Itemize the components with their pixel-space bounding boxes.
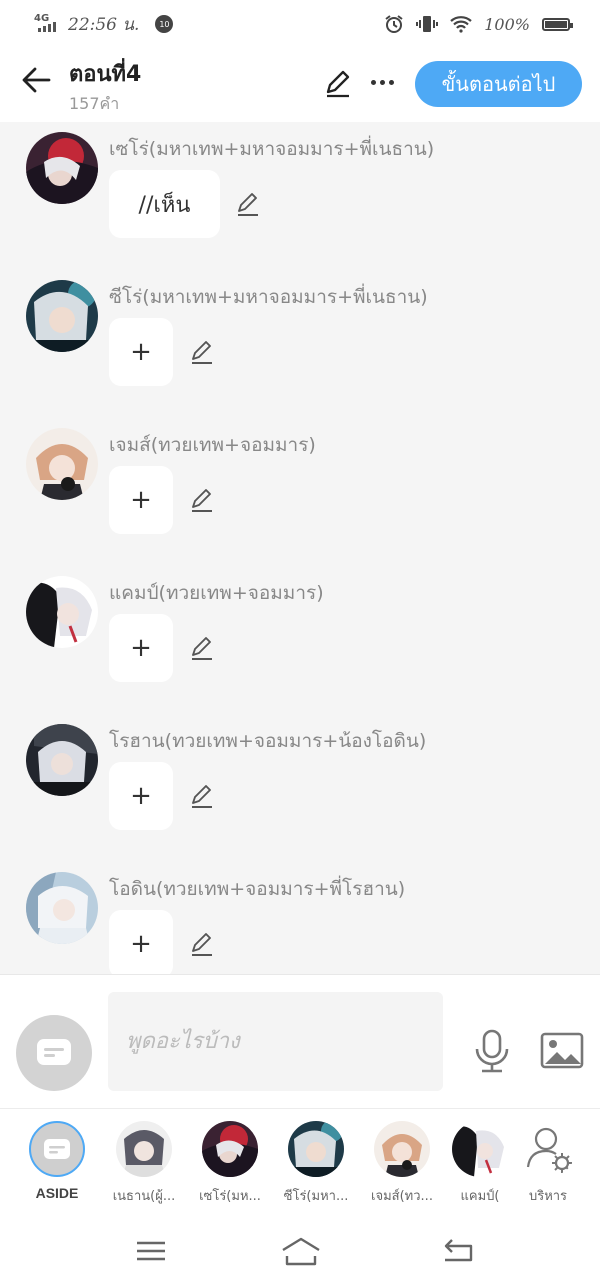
- next-step-button[interactable]: ขั้นตอนต่อไป: [415, 61, 582, 107]
- message-row: โอดิน(ทวยเทพ+จอมมาร+พี่โรฮาน) +: [0, 862, 600, 974]
- character-tab[interactable]: เจมส์(ทว...: [362, 1119, 442, 1209]
- avatar[interactable]: [26, 428, 98, 500]
- character-name: แคมป์(ทวยเทพ+จอมมาร): [109, 582, 324, 604]
- alarm-icon: [385, 15, 403, 33]
- add-message-button[interactable]: +: [109, 466, 173, 534]
- pencil-icon[interactable]: [188, 338, 216, 366]
- avatar[interactable]: [26, 872, 98, 944]
- vibrate-icon: [416, 16, 439, 32]
- microphone-icon[interactable]: [472, 1029, 512, 1073]
- character-tab[interactable]: เซโร่(มห...: [190, 1119, 270, 1209]
- character-name: เซโร่(มหาเทพ+มหาจอมมาร+พี่เนธาน): [109, 138, 435, 160]
- pencil-icon: [326, 70, 350, 98]
- character-tab-label: ซีโร่(มหา...: [283, 1189, 349, 1204]
- avatar: [202, 1121, 258, 1177]
- character-tab[interactable]: เนธาน(ผู้...: [104, 1119, 184, 1209]
- character-name: โรฮาน(ทวยเทพ+จอมมาร+น้องโอดิน): [109, 730, 427, 752]
- signal-icon: 4G: [34, 14, 62, 32]
- character-tab-label: เซโร่(มห...: [199, 1189, 261, 1204]
- back-nav-icon[interactable]: [440, 1236, 476, 1266]
- character-tab-label: บริหาร: [528, 1189, 568, 1204]
- pencil-icon[interactable]: [234, 190, 262, 218]
- page-title: ตอนที่4: [69, 62, 142, 87]
- notification-count-badge: 10: [155, 15, 174, 33]
- character-tab-label: เนธาน(ผู้...: [112, 1189, 176, 1204]
- input-bar: [0, 974, 600, 1108]
- home-icon[interactable]: [281, 1236, 321, 1266]
- aside-avatar: [29, 1121, 85, 1177]
- message-row: เจมส์(ทวยเทพ+จอมมาร) +: [0, 418, 600, 558]
- add-message-button[interactable]: +: [109, 910, 173, 974]
- clock: 22:56 น.: [68, 14, 140, 35]
- pencil-icon[interactable]: [188, 634, 216, 662]
- user-gear-icon: [526, 1127, 572, 1173]
- message-row: ซีโร่(มหาเทพ+มหาจอมมาร+พี่เนธาน) +: [0, 270, 600, 410]
- character-tab-label: ASIDE: [35, 1185, 79, 1201]
- add-message-button[interactable]: +: [109, 762, 173, 830]
- wifi-icon: [450, 16, 472, 33]
- character-bar: ASIDE เนธาน(ผู้... เซโร่(มห... ซีโร่(มหา…: [0, 1108, 600, 1214]
- manage-characters-icon: [520, 1121, 576, 1177]
- character-tab-aside[interactable]: ASIDE: [17, 1119, 97, 1209]
- message-row: โรฮาน(ทวยเทพ+จอมมาร+น้องโอดิน) +: [0, 714, 600, 854]
- back-button[interactable]: [18, 62, 54, 98]
- message-row: แคมป์(ทวยเทพ+จอมมาร) +: [0, 566, 600, 706]
- edit-button[interactable]: [322, 68, 354, 100]
- add-message-button[interactable]: +: [109, 318, 173, 386]
- character-name: เจมส์(ทวยเทพ+จอมมาร): [109, 434, 316, 456]
- word-count: 157คำ: [69, 94, 120, 113]
- battery-icon: [542, 17, 573, 31]
- chat-bubble-icon: [37, 1039, 71, 1065]
- pencil-icon[interactable]: [188, 930, 216, 958]
- character-name: ซีโร่(มหาเทพ+มหาจอมมาร+พี่เนธาน): [109, 286, 428, 308]
- avatar[interactable]: [26, 132, 98, 204]
- more-options-button[interactable]: [366, 66, 398, 98]
- avatar[interactable]: [26, 724, 98, 796]
- arrow-left-icon: [22, 67, 51, 93]
- pencil-icon[interactable]: [188, 782, 216, 810]
- character-name: โอดิน(ทวยเทพ+จอมมาร+พี่โรฮาน): [109, 878, 406, 900]
- message-row: เซโร่(มหาเทพ+มหาจอมมาร+พี่เนธาน) //เห็น: [0, 122, 600, 262]
- avatar: [116, 1121, 172, 1177]
- header: ตอนที่4 157คำ ขั้นตอนต่อไป: [0, 48, 600, 122]
- avatar: [374, 1121, 430, 1177]
- aside-toggle-button[interactable]: [16, 1015, 92, 1091]
- character-tab-label: เจมส์(ทว...: [371, 1189, 433, 1204]
- message-input[interactable]: [108, 992, 443, 1091]
- system-nav-bar: [0, 1214, 600, 1287]
- menu-icon[interactable]: [133, 1236, 169, 1266]
- avatar[interactable]: [26, 576, 98, 648]
- avatar: [288, 1121, 344, 1177]
- avatar[interactable]: [26, 280, 98, 352]
- chat-list[interactable]: เซโร่(มหาเทพ+มหาจอมมาร+พี่เนธาน) //เห็น …: [0, 122, 600, 974]
- chat-bubble-icon: [44, 1139, 70, 1159]
- manage-characters-button[interactable]: บริหาร: [508, 1119, 588, 1209]
- battery-percent: 100%: [484, 14, 530, 34]
- add-message-button[interactable]: +: [109, 614, 173, 682]
- image-icon[interactable]: [540, 1031, 584, 1071]
- avatar: [452, 1121, 508, 1177]
- pencil-icon[interactable]: [188, 486, 216, 514]
- message-bubble[interactable]: //เห็น: [109, 170, 220, 238]
- status-bar: 4G 22:56 น. 10 100%: [0, 0, 600, 48]
- character-tab[interactable]: ซีโร่(มหา...: [276, 1119, 356, 1209]
